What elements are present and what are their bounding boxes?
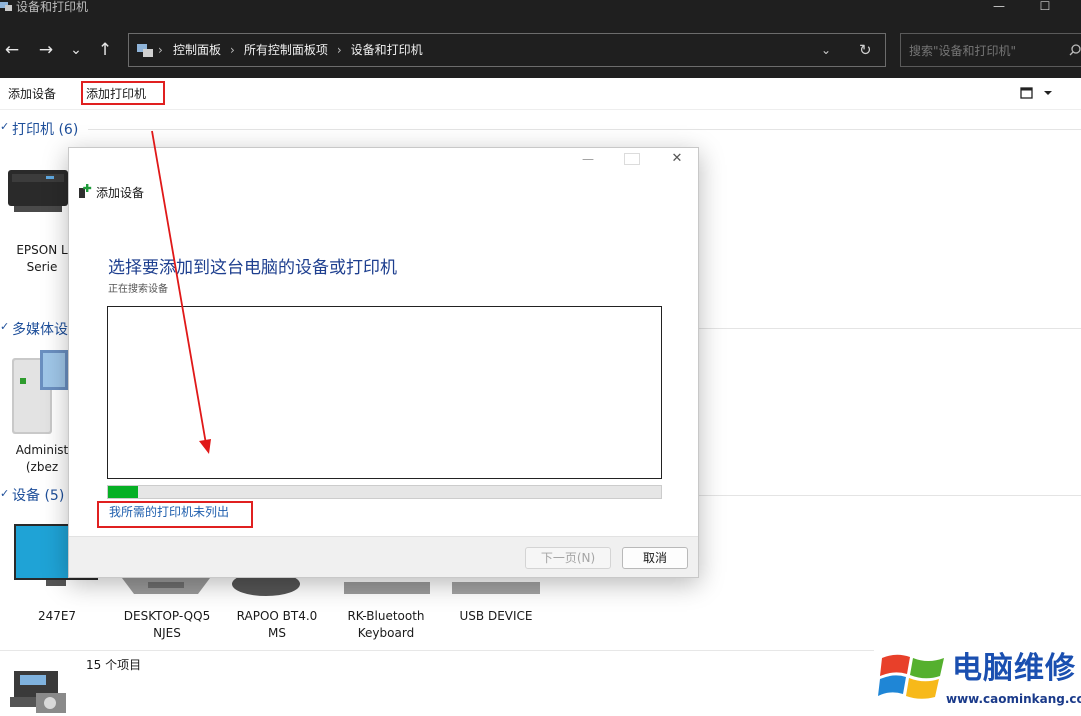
control-panel-icon	[137, 44, 153, 57]
address-dropdown-icon[interactable]: ⌄	[821, 34, 831, 66]
device-label: RK-Bluetooth Keyboard	[347, 609, 425, 640]
add-device-button[interactable]: 添加设备	[8, 85, 56, 102]
printer-icon	[8, 170, 68, 212]
breadcrumb-separator-icon: ›	[230, 43, 235, 57]
group-header-multimedia[interactable]: 多媒体设	[12, 319, 68, 339]
group-header-printers[interactable]: 打印机 (6)	[12, 119, 78, 139]
group-divider	[699, 328, 1081, 329]
add-device-dialog: — ✕ 添加设备 选择要添加到这台电脑的设备或打印机 正在搜索设备 我所需的打印…	[68, 147, 699, 578]
back-button[interactable]: ←	[2, 40, 22, 60]
dialog-footer: 下一页(N) 取消	[69, 536, 698, 577]
device-label: RAPOO BT4.0 MS	[236, 609, 318, 640]
highlight-box	[81, 81, 165, 105]
dialog-title: 添加设备	[96, 186, 145, 200]
collapse-printers-icon[interactable]: ✓	[0, 120, 9, 133]
breadcrumb-devices-printers[interactable]: 设备和打印机	[351, 43, 423, 57]
printer-camera-icon	[10, 671, 66, 713]
progress-fill	[108, 486, 139, 498]
dialog-close-button[interactable]: ✕	[668, 151, 686, 166]
watermark-url: www.caominkang.com	[946, 692, 1081, 706]
devices-printers-icon	[0, 2, 12, 11]
breadcrumb-separator-icon: ›	[336, 43, 342, 57]
forward-button[interactable]: →	[36, 40, 56, 60]
search-box[interactable]	[900, 33, 1081, 67]
add-device-icon	[79, 184, 92, 198]
command-bar: 添加设备 添加打印机	[0, 78, 1081, 110]
dialog-maximize-button[interactable]	[624, 153, 640, 165]
collapse-multimedia-icon[interactable]: ✓	[0, 320, 9, 333]
search-progress-bar	[107, 485, 662, 499]
dialog-minimize-button[interactable]: —	[579, 152, 597, 166]
maximize-button[interactable]: ☐	[1022, 0, 1068, 14]
group-divider	[699, 495, 1081, 496]
item-count: 15 个项目	[86, 658, 142, 672]
window-title: 设备和打印机	[16, 0, 89, 14]
cancel-button[interactable]: 取消	[622, 547, 688, 569]
breadcrumb: 控制面板 › 所有控制面板项 › 设备和打印机	[173, 34, 423, 66]
next-button[interactable]: 下一页(N)	[525, 547, 611, 569]
device-label: USB DEVICE	[459, 609, 533, 623]
watermark-brand: 电脑维修	[952, 651, 1076, 686]
media-server-icon	[12, 350, 68, 434]
up-button[interactable]: ↑	[95, 40, 115, 60]
minimize-button[interactable]: —	[976, 0, 1022, 14]
recent-locations-button[interactable]: ⌄	[66, 40, 86, 60]
group-divider	[88, 129, 1081, 130]
device-label: DESKTOP-QQ5 NJES	[123, 609, 211, 640]
address-bar[interactable]: › 控制面板 › 所有控制面板项 › 设备和打印机 ⌄ ↻	[128, 33, 886, 67]
windows-logo-icon	[878, 654, 944, 699]
title-bar: 设备和打印机 — ☐	[0, 0, 1081, 22]
navigation-bar: ← → ⌄ ↑ › 控制面板 › 所有控制面板项 › 设备和打印机 ⌄ ↻	[0, 22, 1081, 78]
desktop-pc-icon	[122, 578, 210, 594]
view-options-icon[interactable]	[1020, 87, 1054, 99]
device-list[interactable]	[107, 306, 662, 479]
highlight-box	[97, 501, 253, 528]
refresh-button[interactable]: ↻	[859, 34, 872, 66]
search-input[interactable]	[907, 40, 1061, 62]
watermark: 电脑维修 www.caominkang.com	[874, 648, 1081, 715]
dialog-heading: 选择要添加到这台电脑的设备或打印机	[108, 258, 397, 278]
mouse-icon	[232, 578, 300, 596]
keyboard-icon	[344, 582, 430, 594]
breadcrumb-control-panel[interactable]: 控制面板	[173, 43, 221, 57]
usb-device-icon	[452, 582, 540, 594]
search-icon	[1069, 44, 1081, 56]
breadcrumb-chevron-icon: ›	[158, 43, 163, 57]
group-header-devices[interactable]: 设备 (5)	[12, 485, 64, 505]
search-status: 正在搜索设备	[108, 284, 168, 295]
collapse-devices-icon[interactable]: ✓	[0, 487, 9, 500]
device-label: 247E7	[37, 609, 77, 623]
breadcrumb-all-items[interactable]: 所有控制面板项	[244, 43, 328, 57]
